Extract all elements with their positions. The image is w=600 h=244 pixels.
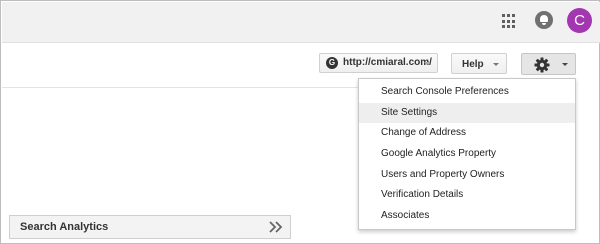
notifications-bell-icon[interactable] xyxy=(535,11,553,29)
settings-dropdown-menu: Search Console Preferences Site Settings… xyxy=(358,78,576,230)
toolbar-divider xyxy=(2,87,358,88)
google-top-bar: C xyxy=(2,2,600,43)
menu-item-users-and-property-owners[interactable]: Users and Property Owners xyxy=(359,165,575,185)
search-analytics-panel[interactable]: Search Analytics xyxy=(9,215,291,239)
apps-grid-icon[interactable] xyxy=(502,14,517,29)
double-chevron-right-icon[interactable] xyxy=(269,221,283,233)
menu-item-google-analytics-property[interactable]: Google Analytics Property xyxy=(359,144,575,164)
help-button[interactable]: Help xyxy=(451,53,507,74)
settings-button[interactable] xyxy=(521,53,576,75)
menu-item-verification-details[interactable]: Verification Details xyxy=(359,185,575,205)
search-analytics-title: Search Analytics xyxy=(20,221,109,233)
help-label: Help xyxy=(462,59,484,70)
gear-icon xyxy=(534,57,550,73)
chevron-down-icon xyxy=(562,63,568,66)
menu-item-associates[interactable]: Associates xyxy=(359,206,575,226)
menu-item-change-of-address[interactable]: Change of Address xyxy=(359,123,575,143)
chevron-down-icon xyxy=(424,62,430,65)
chevron-down-icon xyxy=(493,63,499,66)
site-url-label: http://cmiaral.com/ xyxy=(343,57,432,68)
account-avatar[interactable]: C xyxy=(567,8,592,33)
menu-item-site-settings[interactable]: Site Settings xyxy=(359,103,575,123)
menu-item-search-console-preferences[interactable]: Search Console Preferences xyxy=(359,82,575,102)
site-selector-dropdown[interactable]: G http://cmiaral.com/ xyxy=(319,53,438,73)
window-frame: C G http://cmiaral.com/ Help Search Cons… xyxy=(0,0,600,244)
site-favicon-icon: G xyxy=(326,57,338,69)
